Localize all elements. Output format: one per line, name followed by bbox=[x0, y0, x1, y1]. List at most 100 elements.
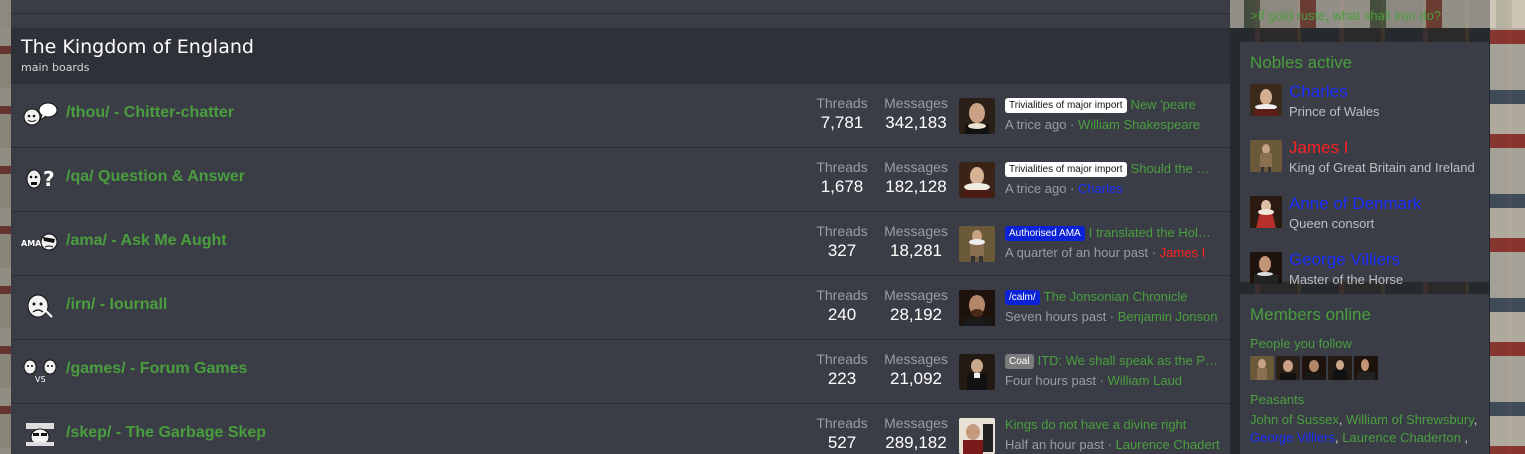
last-poster-avatar[interactable] bbox=[959, 98, 995, 134]
background-comic-strip-left bbox=[0, 28, 11, 454]
noble-item: Charles Prince of Wales bbox=[1250, 82, 1479, 133]
thread-prefix-badge[interactable]: /calm/ bbox=[1005, 290, 1040, 305]
ama-face-icon[interactable]: AMA bbox=[21, 228, 59, 256]
sidebar-quote[interactable]: >If gold ruste, what shall iron do? bbox=[1250, 8, 1441, 23]
forum-node-thou: /thou/ - Chitter-chatter Threads 7,781 M… bbox=[11, 84, 1230, 148]
last-thread-link[interactable]: Kings do not have a divine right bbox=[1005, 417, 1186, 432]
category-title[interactable]: The Kingdom of England bbox=[21, 36, 1220, 58]
last-post-time[interactable]: Seven hours past bbox=[1005, 309, 1106, 324]
node-title[interactable]: /ama/ - Ask Me Aught bbox=[66, 232, 227, 250]
threads-stat: Threads 223 bbox=[811, 350, 873, 390]
thread-prefix-badge[interactable]: Trivialities of major import bbox=[1005, 98, 1127, 113]
thread-prefix-badge[interactable]: Coal bbox=[1005, 354, 1034, 369]
category-header: The Kingdom of England main boards bbox=[11, 28, 1230, 84]
last-post-time[interactable]: A trice ago bbox=[1005, 181, 1066, 196]
last-thread-link[interactable]: I translated the Hol… bbox=[1089, 225, 1211, 240]
speech-bubble-faces-icon[interactable] bbox=[21, 100, 59, 128]
avatar[interactable] bbox=[1302, 356, 1326, 380]
member-link[interactable]: John of Sussex bbox=[1250, 412, 1339, 427]
last-poster-name[interactable]: William Laud bbox=[1108, 373, 1182, 388]
ama-icon-text: AMA bbox=[21, 239, 42, 248]
avatar[interactable] bbox=[1354, 356, 1378, 380]
last-poster-avatar[interactable] bbox=[959, 418, 995, 454]
thread-prefix-badge[interactable]: Authorised AMA bbox=[1005, 226, 1085, 241]
noble-name[interactable]: George Villiers bbox=[1289, 250, 1400, 270]
forum-node-list: The Kingdom of England main boards /thou… bbox=[11, 0, 1230, 454]
noble-name[interactable]: Charles bbox=[1289, 82, 1348, 102]
thread-prefix-badge[interactable]: Trivialities of major import bbox=[1005, 162, 1127, 177]
avatar[interactable] bbox=[1250, 356, 1274, 380]
last-post: Trivialities of major import Should the …… bbox=[1005, 161, 1210, 196]
member-link[interactable]: Laurence Chaderton bbox=[1342, 430, 1461, 445]
avatar[interactable] bbox=[1250, 84, 1282, 116]
forum-node-skep: /skep/ - The Garbage Skep Threads 527 Me… bbox=[11, 404, 1230, 454]
messages-stat: Messages 18,281 bbox=[881, 222, 951, 262]
nobles-active-title: Nobles active bbox=[1250, 53, 1353, 72]
threads-count: 7,781 bbox=[820, 113, 864, 132]
messages-count: 342,183 bbox=[885, 113, 947, 132]
messages-label: Messages bbox=[884, 223, 948, 239]
messages-label: Messages bbox=[884, 287, 948, 303]
avatar[interactable] bbox=[1250, 196, 1282, 228]
threads-count: 240 bbox=[827, 305, 857, 324]
last-thread-link[interactable]: ITD: We shall speak as the Pur… bbox=[1038, 353, 1220, 368]
avatar[interactable] bbox=[1276, 356, 1300, 380]
last-poster-avatar[interactable] bbox=[959, 162, 995, 198]
last-post: Trivialities of major import New 'peare A… bbox=[1005, 97, 1201, 132]
peasants-label[interactable]: Peasants bbox=[1250, 392, 1479, 407]
last-poster-name[interactable]: William Shakespeare bbox=[1078, 117, 1200, 132]
node-title[interactable]: /games/ - Forum Games bbox=[66, 360, 247, 378]
last-poster-name[interactable]: Charles bbox=[1078, 181, 1123, 196]
member-link[interactable]: William of Shrewsbury bbox=[1346, 412, 1474, 427]
nobles-active-widget: Nobles active Charles Prince of Wales Ja… bbox=[1240, 42, 1489, 287]
svg-text:?: ? bbox=[43, 167, 55, 191]
last-poster-name[interactable]: James I bbox=[1160, 245, 1206, 260]
versus-faces-icon[interactable]: VS bbox=[21, 356, 59, 384]
last-thread-link[interactable]: The Jonsonian Chronicle bbox=[1044, 289, 1188, 304]
threads-label: Threads bbox=[816, 415, 868, 431]
people-you-follow-label[interactable]: People you follow bbox=[1250, 336, 1479, 351]
messages-count: 182,128 bbox=[885, 177, 947, 196]
node-title[interactable]: /qa/ Question & Answer bbox=[66, 168, 245, 186]
threads-count: 223 bbox=[827, 369, 857, 388]
node-title[interactable]: /thou/ - Chitter-chatter bbox=[66, 104, 234, 122]
threads-label: Threads bbox=[816, 95, 868, 111]
last-poster-avatar[interactable] bbox=[959, 354, 995, 390]
followed-avatars bbox=[1250, 356, 1479, 380]
noble-name[interactable]: Anne of Denmark bbox=[1289, 194, 1421, 214]
threads-stat: Threads 327 bbox=[811, 222, 873, 262]
last-post-time[interactable]: Four hours past bbox=[1005, 373, 1096, 388]
last-poster-avatar[interactable] bbox=[959, 226, 995, 262]
member-separator: , bbox=[1460, 430, 1469, 445]
last-post: Kings do not have a divine right Half an… bbox=[1005, 415, 1220, 454]
messages-stat: Messages 182,128 bbox=[881, 158, 951, 198]
last-post-time[interactable]: A quarter of an hour past bbox=[1005, 245, 1148, 260]
forum-node-qa: ? /qa/ Question & Answer Threads 1,678 M… bbox=[11, 148, 1230, 212]
avatar[interactable] bbox=[1328, 356, 1352, 380]
question-face-icon[interactable]: ? bbox=[21, 164, 59, 192]
avatar[interactable] bbox=[1250, 252, 1282, 284]
last-thread-link[interactable]: New 'peare bbox=[1131, 97, 1196, 112]
threads-stat: Threads 7,781 bbox=[811, 94, 873, 134]
noble-name[interactable]: James I bbox=[1289, 138, 1349, 158]
member-link[interactable]: George Villiers bbox=[1250, 430, 1335, 445]
threads-label: Threads bbox=[816, 351, 868, 367]
versus-icon-text: VS bbox=[35, 375, 46, 383]
last-poster-name[interactable]: Laurence Chaderton bbox=[1116, 437, 1220, 452]
sad-face-icon[interactable] bbox=[21, 292, 59, 320]
noble-item: James I King of Great Britain and Irelan… bbox=[1250, 138, 1479, 189]
last-post-time[interactable]: Half an hour past bbox=[1005, 437, 1104, 452]
forum-node-ama: AMA /ama/ - Ask Me Aught Threads 327 Mes… bbox=[11, 212, 1230, 276]
node-title[interactable]: /skep/ - The Garbage Skep bbox=[66, 424, 266, 442]
avatar[interactable] bbox=[1250, 140, 1282, 172]
member-separator: , bbox=[1473, 412, 1478, 427]
last-post-time[interactable]: A trice ago bbox=[1005, 117, 1066, 132]
messages-count: 21,092 bbox=[890, 369, 942, 388]
garbage-face-icon[interactable] bbox=[21, 420, 59, 448]
threads-count: 527 bbox=[827, 433, 857, 452]
last-poster-avatar[interactable] bbox=[959, 290, 995, 326]
last-thread-link[interactable]: Should the … bbox=[1131, 161, 1210, 176]
node-title[interactable]: /irn/ - Iournall bbox=[66, 296, 167, 314]
messages-stat: Messages 28,192 bbox=[881, 286, 951, 326]
last-poster-name[interactable]: Benjamin Jonson bbox=[1118, 309, 1218, 324]
